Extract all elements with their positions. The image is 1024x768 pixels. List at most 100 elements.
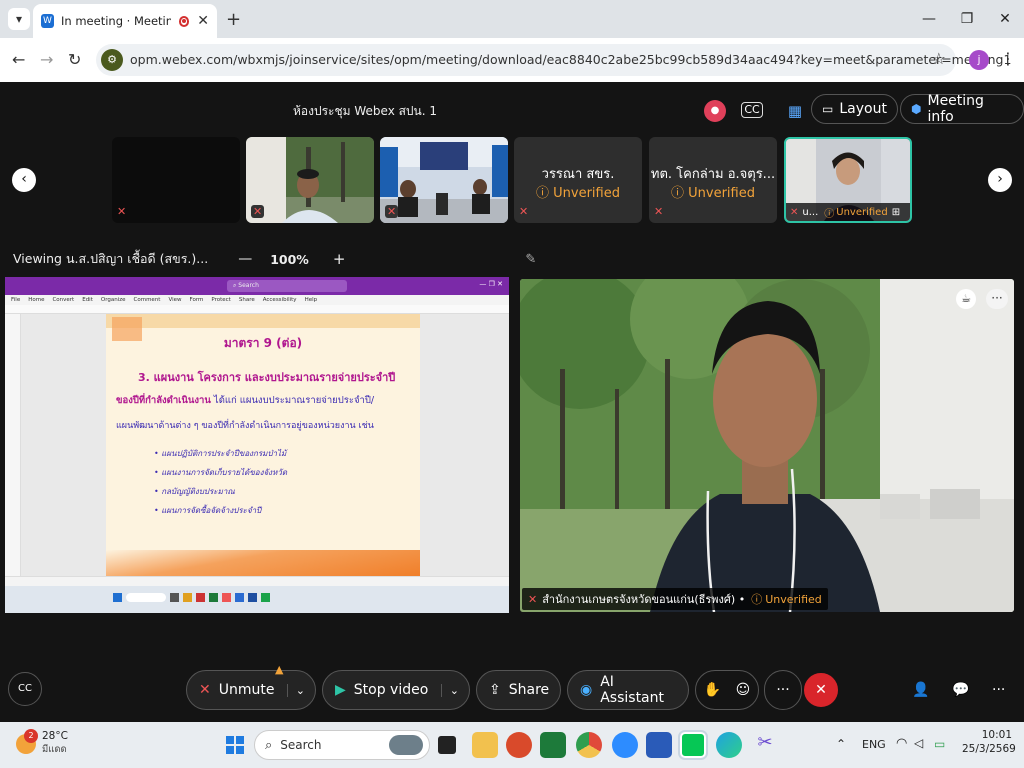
participant-thumbnail[interactable]: ✕: [112, 137, 240, 223]
tray-overflow-chevron-icon[interactable]: ⌃: [836, 737, 846, 751]
browser-menu-icon[interactable]: ⋮: [1000, 49, 1016, 68]
battery-icon[interactable]: ▭: [934, 737, 945, 751]
participant-video: [380, 137, 508, 223]
ai-assistant-button[interactable]: ◉ AI Assistant: [567, 670, 689, 710]
pdf-titlebar: ⌕ Search — ❐ ✕: [5, 277, 509, 295]
video-camera-icon[interactable]: ▶: [335, 682, 346, 698]
pdf-menu-item[interactable]: Organize: [101, 297, 126, 303]
pdf-menu-item[interactable]: Home: [28, 297, 44, 303]
zoom-in-button[interactable]: +: [333, 250, 346, 268]
video-control: ▶ Stop video ⌄: [322, 670, 470, 710]
chrome-icon[interactable]: [576, 732, 602, 758]
pdf-menu-item[interactable]: Convert: [52, 297, 74, 303]
slide-header-band: [106, 314, 420, 328]
active-speaker-video[interactable]: ☕ ··· ✕ สำนักงานเกษตรจังหวัดขอนแก่น(ธีรพ…: [520, 279, 1014, 612]
audio-options-chevron-icon[interactable]: ⌄: [286, 683, 305, 697]
zoom-icon[interactable]: [612, 732, 638, 758]
windows-start-icon[interactable]: [222, 732, 248, 758]
leave-meeting-button[interactable]: ✕: [804, 673, 838, 707]
more-options-button[interactable]: ···: [764, 670, 802, 710]
pdf-left-toolbar[interactable]: [5, 314, 21, 576]
next-thumbnails-button[interactable]: ›: [988, 168, 1012, 192]
layout-button[interactable]: ▭ Layout: [811, 94, 898, 124]
task-view-icon[interactable]: [438, 736, 456, 754]
expand-icon[interactable]: ⊞: [892, 207, 900, 218]
profile-avatar[interactable]: j: [969, 50, 989, 70]
taskbar-search-box[interactable]: ⌕ Search: [254, 730, 430, 760]
recording-icon[interactable]: ●: [704, 100, 726, 122]
participants-icon[interactable]: 👤: [912, 682, 929, 698]
participant-thumbnail-active[interactable]: ✕ u... ⓘ Unverified ⊞: [784, 137, 912, 223]
reload-button[interactable]: ↻: [68, 50, 81, 69]
omnibox[interactable]: ⚙ opm.webex.com/wbxmjs/joinservice/sites…: [96, 44, 1011, 76]
file-explorer-icon[interactable]: [472, 732, 498, 758]
excel-icon[interactable]: [540, 732, 566, 758]
weather-description: มีแดด: [42, 744, 67, 755]
participant-thumbnail[interactable]: ทต. โคกล่าม อ.จตุร... ⓘ Unverified ✕: [649, 137, 777, 223]
new-tab-button[interactable]: +: [226, 9, 241, 30]
video-more-options-button[interactable]: ···: [986, 289, 1008, 309]
weather-badge: 2: [24, 728, 38, 743]
tab-list-button[interactable]: ▾: [8, 8, 30, 30]
shared-taskbar-icons: [113, 593, 333, 605]
edge-icon[interactable]: [716, 732, 742, 758]
shared-screen[interactable]: ⌕ Search — ❐ ✕ File Home Convert Edit Or…: [5, 277, 509, 613]
video-options-chevron-icon[interactable]: ⌄: [440, 683, 459, 697]
stop-video-button[interactable]: Stop video: [354, 682, 429, 698]
chat-icon[interactable]: 💬: [952, 682, 969, 698]
meeting-stats-icon[interactable]: ▦: [780, 96, 810, 126]
pdf-menu-item[interactable]: Protect: [211, 297, 230, 303]
pdf-menu-item[interactable]: Edit: [82, 297, 93, 303]
shield-icon: ⬢: [911, 102, 922, 116]
meeting-info-button[interactable]: ⬢ Meeting info: [900, 93, 1024, 125]
pdf-menu-item[interactable]: File: [11, 297, 20, 303]
muted-mic-icon[interactable]: ✕: [199, 682, 211, 698]
powerpoint-icon[interactable]: [506, 732, 532, 758]
close-window-button[interactable]: ✕: [986, 0, 1024, 38]
pdf-menu-item[interactable]: Comment: [134, 297, 161, 303]
input-language[interactable]: ENG: [862, 738, 886, 751]
word-icon[interactable]: [646, 732, 672, 758]
browser-tab[interactable]: W In meeting · Meeting · Webex ✕: [33, 4, 217, 38]
restore-button[interactable]: ❐: [948, 0, 986, 38]
participant-thumbnail[interactable]: ✕: [246, 137, 374, 223]
pdf-menu-item[interactable]: Form: [190, 297, 204, 303]
pdf-menu-item[interactable]: Accessibility: [263, 297, 297, 303]
close-tab-icon[interactable]: ✕: [197, 13, 209, 29]
slide-line-2: ของปีที่กำลังดำเนินงาน ได้แก่ แผนงบประมา…: [116, 395, 375, 406]
pdf-menu-item[interactable]: Share: [239, 297, 255, 303]
forward-button[interactable]: →: [40, 50, 53, 69]
pdf-menu-item[interactable]: Help: [305, 297, 318, 303]
share-button[interactable]: ⇪ Share: [476, 670, 561, 710]
more-panels-icon[interactable]: ···: [992, 682, 1005, 698]
taskbar-clock[interactable]: 10:01 25/3/2569: [962, 729, 1016, 755]
pdf-search-box[interactable]: ⌕ Search: [227, 280, 347, 292]
closed-captions-icon[interactable]: CC: [741, 102, 763, 118]
pdf-menu-item[interactable]: View: [168, 297, 181, 303]
pdf-document-tabs[interactable]: [5, 305, 509, 314]
volume-icon[interactable]: ◁: [914, 736, 923, 750]
slide-line-1: 3. แผนงาน โครงการ และงบประมาณรายจ่ายประจ…: [138, 371, 396, 384]
weather-widget[interactable]: 2 28°C มีแดด: [16, 728, 68, 757]
annotate-pen-icon[interactable]: ✎: [525, 252, 536, 267]
captions-button[interactable]: CC: [8, 672, 42, 706]
minimize-button[interactable]: —: [910, 0, 948, 38]
unverified-status: ⓘ Unverified: [536, 186, 620, 201]
site-info-icon[interactable]: ⚙: [101, 49, 123, 71]
snipping-tool-icon[interactable]: ✂: [752, 732, 778, 758]
bookmark-star-icon[interactable]: ☆: [932, 49, 946, 68]
wifi-icon[interactable]: ◠: [896, 736, 907, 751]
raise-hand-icon[interactable]: ✋: [704, 682, 721, 698]
participant-thumbnail[interactable]: ✕: [380, 137, 508, 223]
reaction-icon[interactable]: ☕: [956, 289, 976, 309]
unmute-button[interactable]: Unmute: [219, 682, 275, 698]
participant-thumbnail[interactable]: วรรณา สขร. ⓘ Unverified ✕: [514, 137, 642, 223]
reactions-icon[interactable]: ☺: [736, 682, 751, 698]
prev-thumbnails-button[interactable]: ‹: [12, 168, 36, 192]
back-button[interactable]: ←: [12, 50, 25, 69]
pdf-menu-bar: File Home Convert Edit Organize Comment …: [5, 295, 509, 305]
pdf-window-controls[interactable]: — ❐ ✕: [479, 280, 503, 288]
zoom-out-button[interactable]: —: [238, 251, 252, 267]
line-app-icon[interactable]: [678, 730, 708, 760]
pdf-canvas: มาตรา 9 (ต่อ) 3. แผนงาน โครงการ และงบประ…: [21, 314, 509, 576]
